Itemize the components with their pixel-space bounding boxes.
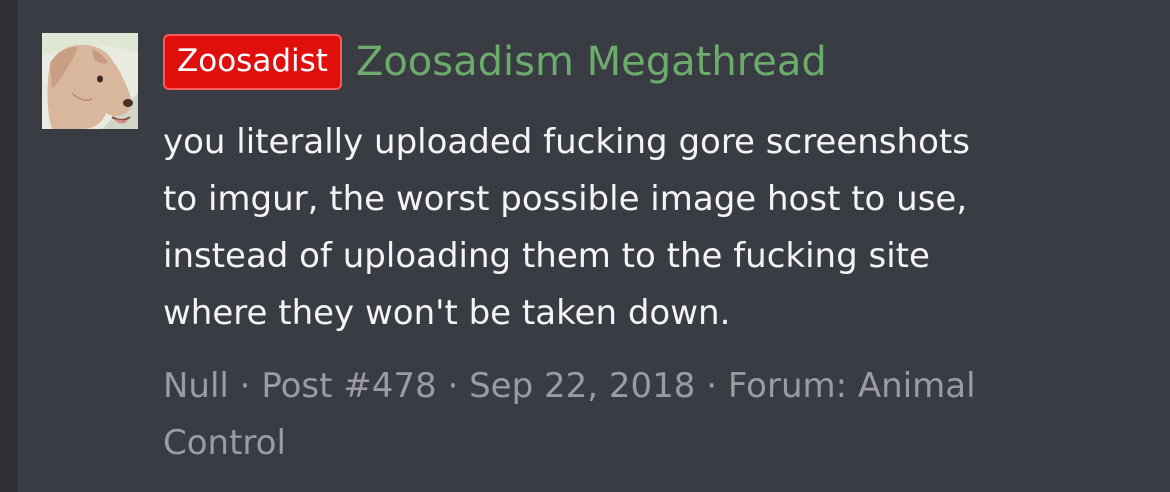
post-meta-line: Control [163,415,1123,472]
meta-separator: · [228,366,262,406]
post-content: Zoosadist Zoosadism Megathread you liter… [163,30,1123,472]
post-body-line: where they won't be taken down. [163,293,731,333]
page: Zoosadist Zoosadism Megathread you liter… [0,0,1170,492]
dog-avatar-icon[interactable] [42,33,138,129]
post-body-line: to imgur, the worst possible image host … [163,179,968,219]
author-link[interactable]: Null [163,366,229,406]
forum-link-continued[interactable]: Control [163,423,286,463]
post-meta-line: Null · Post #478 · Sep 22, 2018 · Forum:… [163,358,1123,415]
post-body-line: you literally uploaded fucking gore scre… [163,122,970,162]
prefix-tag[interactable]: Zoosadist [163,34,342,90]
forum-link[interactable]: Forum: Animal [728,366,976,406]
post-body-line: instead of uploading them to the fucking… [163,236,930,276]
thread-header: Zoosadist Zoosadism Megathread [163,30,1123,94]
post-body: you literally uploaded fucking gore scre… [163,114,1123,342]
post-number-link[interactable]: Post #478 [261,366,436,406]
post-date[interactable]: Sep 22, 2018 [469,366,695,406]
meta-separator: · [695,366,728,406]
meta-separator: · [436,366,470,406]
post-meta: Null · Post #478 · Sep 22, 2018 · Forum:… [163,358,1123,472]
thread-title-link[interactable]: Zoosadism Megathread [356,34,827,90]
